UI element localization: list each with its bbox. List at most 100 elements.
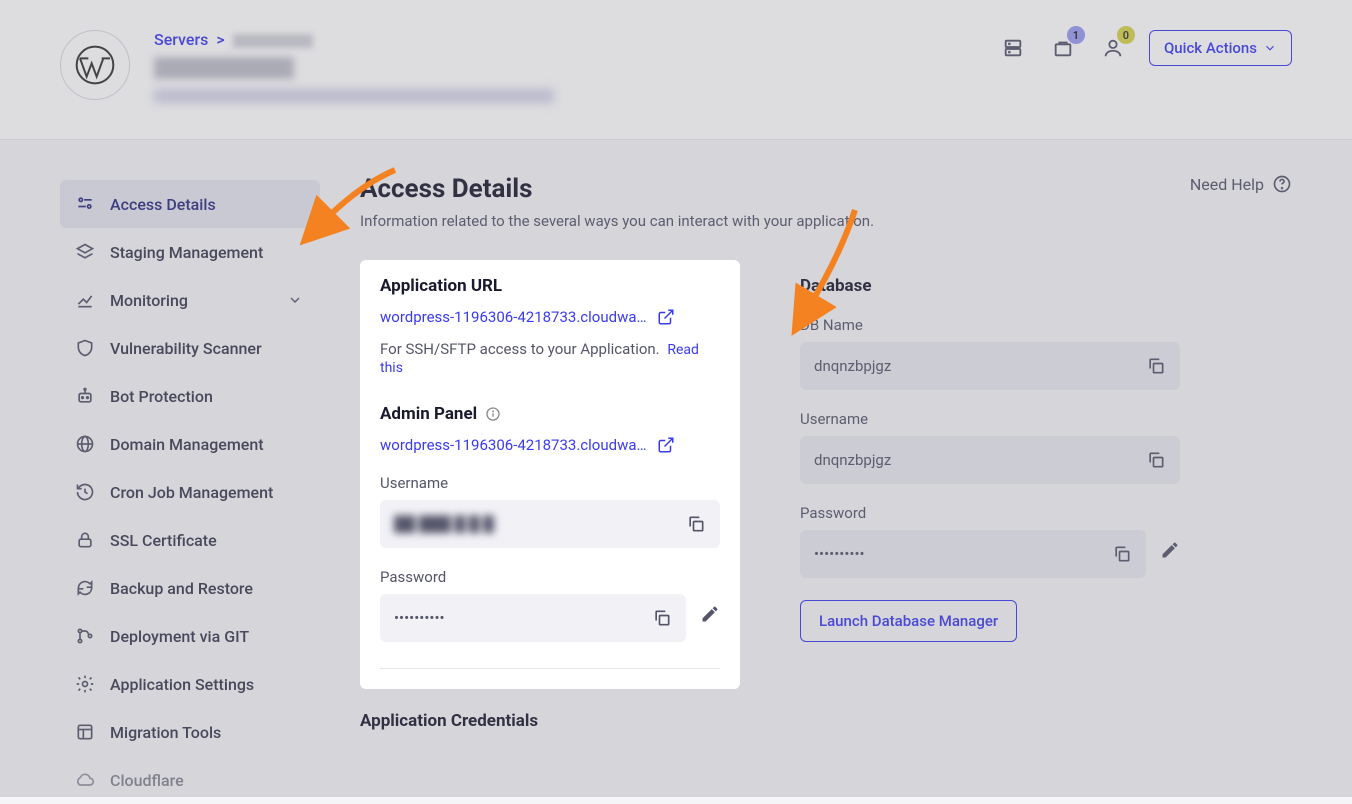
breadcrumb: Servers > (154, 30, 554, 49)
sidebar-item-cron[interactable]: Cron Job Management (60, 468, 320, 516)
history-icon (74, 481, 96, 503)
sidebar-item-label: Staging Management (110, 243, 263, 262)
need-help-link[interactable]: Need Help (1190, 174, 1292, 194)
copy-icon[interactable] (652, 608, 672, 628)
db-password-value: •••••••••• (814, 545, 1102, 563)
ssh-access-text: For SSH/SFTP access to your Application.… (380, 340, 720, 376)
admin-password-label: Password (380, 568, 720, 586)
sidebar: Access Details Staging Management Monito… (60, 160, 320, 804)
admin-password-value: •••••••••• (394, 609, 642, 627)
sidebar-item-label: Domain Management (110, 435, 264, 454)
db-username-label: Username (800, 410, 1180, 428)
breadcrumb-wrap: Servers > (154, 30, 554, 103)
sidebar-item-bot[interactable]: Bot Protection (60, 372, 320, 420)
application-url-card: Application URL wordpress-1196306-421873… (360, 260, 740, 689)
page-subtitle: Information related to the several ways … (360, 212, 874, 230)
main-header: Access Details Information related to th… (360, 174, 1292, 230)
application-url-link[interactable]: wordpress-1196306-4218733.cloudwa… (380, 308, 647, 326)
admin-panel-link[interactable]: wordpress-1196306-4218733.cloudwa… (380, 436, 647, 454)
admin-panel-heading: Admin Panel (380, 404, 720, 424)
shield-icon (74, 337, 96, 359)
edit-icon[interactable] (1160, 540, 1180, 560)
db-username-field: dnqnzbpjgz (800, 436, 1180, 484)
sidebar-item-label: Monitoring (110, 291, 188, 310)
sidebar-item-vulnerability[interactable]: Vulnerability Scanner (60, 324, 320, 372)
content-columns: Application URL wordpress-1196306-421873… (360, 260, 1292, 689)
external-link-icon[interactable] (657, 308, 675, 326)
sidebar-item-ssl[interactable]: SSL Certificate (60, 516, 320, 564)
app-title-redacted (154, 57, 294, 79)
cloud-icon (74, 769, 96, 791)
sidebar-item-label: Cron Job Management (110, 483, 273, 502)
user-icon-button[interactable]: 0 (1099, 34, 1127, 62)
page-body: Access Details Staging Management Monito… (0, 140, 1352, 804)
copy-icon[interactable] (686, 514, 706, 534)
application-url-heading: Application URL (380, 276, 720, 296)
admin-username-value: ██ ███ █ █ █ (394, 515, 676, 533)
breadcrumb-servers-link[interactable]: Servers (154, 30, 208, 49)
git-icon (74, 625, 96, 647)
database-section: Database DB Name dnqnzbpjgz Username dnq… (800, 260, 1180, 689)
chevron-down-icon (1263, 41, 1277, 55)
db-name-value: dnqnzbpjgz (814, 357, 1136, 375)
sidebar-item-domain[interactable]: Domain Management (60, 420, 320, 468)
chevron-down-icon (284, 289, 306, 311)
[interactable] (1146, 450, 1166, 470)
admin-username-label: Username (380, 474, 720, 492)
copy-icon[interactable] (1112, 544, 1132, 564)
sidebar-item-label: Vulnerability Scanner (110, 339, 262, 358)
launch-database-manager-button[interactable]: Launch Database Manager (800, 600, 1017, 642)
admin-password-field: •••••••••• (380, 594, 686, 642)
server-icon-button[interactable] (999, 34, 1027, 62)
wordpress-logo (60, 30, 130, 100)
help-icon (1272, 174, 1292, 194)
db-username-value: dnqnzbpjgz (814, 451, 1136, 469)
sliders-icon (74, 193, 96, 215)
db-password-field: •••••••••• (800, 530, 1146, 578)
db-name-label: DB Name (800, 316, 1180, 334)
sidebar-item-label: Access Details (110, 195, 216, 214)
user-badge: 0 (1117, 26, 1135, 44)
layers-icon (74, 241, 96, 263)
sidebar-item-settings[interactable]: Application Settings (60, 660, 320, 708)
quick-actions-button[interactable]: Quick Actions (1149, 30, 1292, 66)
info-icon[interactable] (485, 406, 501, 422)
sidebar-item-label: Migration Tools (110, 723, 221, 742)
sidebar-item-label: Application Settings (110, 675, 254, 694)
main-content: Access Details Information related to th… (360, 160, 1292, 804)
sidebar-item-label: Bot Protection (110, 387, 213, 406)
breadcrumb-sep: > (216, 30, 224, 49)
edit-icon[interactable] (700, 604, 720, 624)
sidebar-item-label: Backup and Restore (110, 579, 253, 598)
sidebar-item-access-details[interactable]: Access Details (60, 180, 320, 228)
page-title: Access Details (360, 174, 874, 204)
chart-icon (74, 289, 96, 311)
db-password-label: Password (800, 504, 1180, 522)
admin-username-field: ██ ███ █ █ █ (380, 500, 720, 548)
db-name-field: dnqnzbpjgz (800, 342, 1180, 390)
sidebar-item-migration[interactable]: Migration Tools (60, 708, 320, 756)
gear-icon (74, 673, 96, 695)
database-heading: Database (800, 276, 1180, 296)
lock-icon (74, 529, 96, 551)
sidebar-item-backup[interactable]: Backup and Restore (60, 564, 320, 612)
top-actions: 1 0 Quick Actions (999, 30, 1292, 66)
projects-icon-button[interactable]: 1 (1049, 34, 1077, 62)
header: Servers > 1 0 Quick Actions (0, 0, 1352, 140)
sidebar-item-label: SSL Certificate (110, 531, 217, 550)
globe-icon (74, 433, 96, 455)
server-name-redacted (233, 34, 313, 48)
sidebar-item-monitoring[interactable]: Monitoring (60, 276, 320, 324)
sidebar-item-git[interactable]: Deployment via GIT (60, 612, 320, 660)
copy-icon[interactable] (1146, 356, 1166, 376)
refresh-icon (74, 577, 96, 599)
sidebar-item-label: Cloudflare (110, 771, 184, 790)
sidebar-item-staging[interactable]: Staging Management (60, 228, 320, 276)
external-link-icon[interactable] (657, 436, 675, 454)
app-meta-redacted (154, 89, 554, 103)
robot-icon (74, 385, 96, 407)
application-credentials-heading: Application Credentials (360, 711, 1292, 731)
divider (380, 668, 720, 669)
migrate-icon (74, 721, 96, 743)
sidebar-item-label: Deployment via GIT (110, 627, 249, 646)
